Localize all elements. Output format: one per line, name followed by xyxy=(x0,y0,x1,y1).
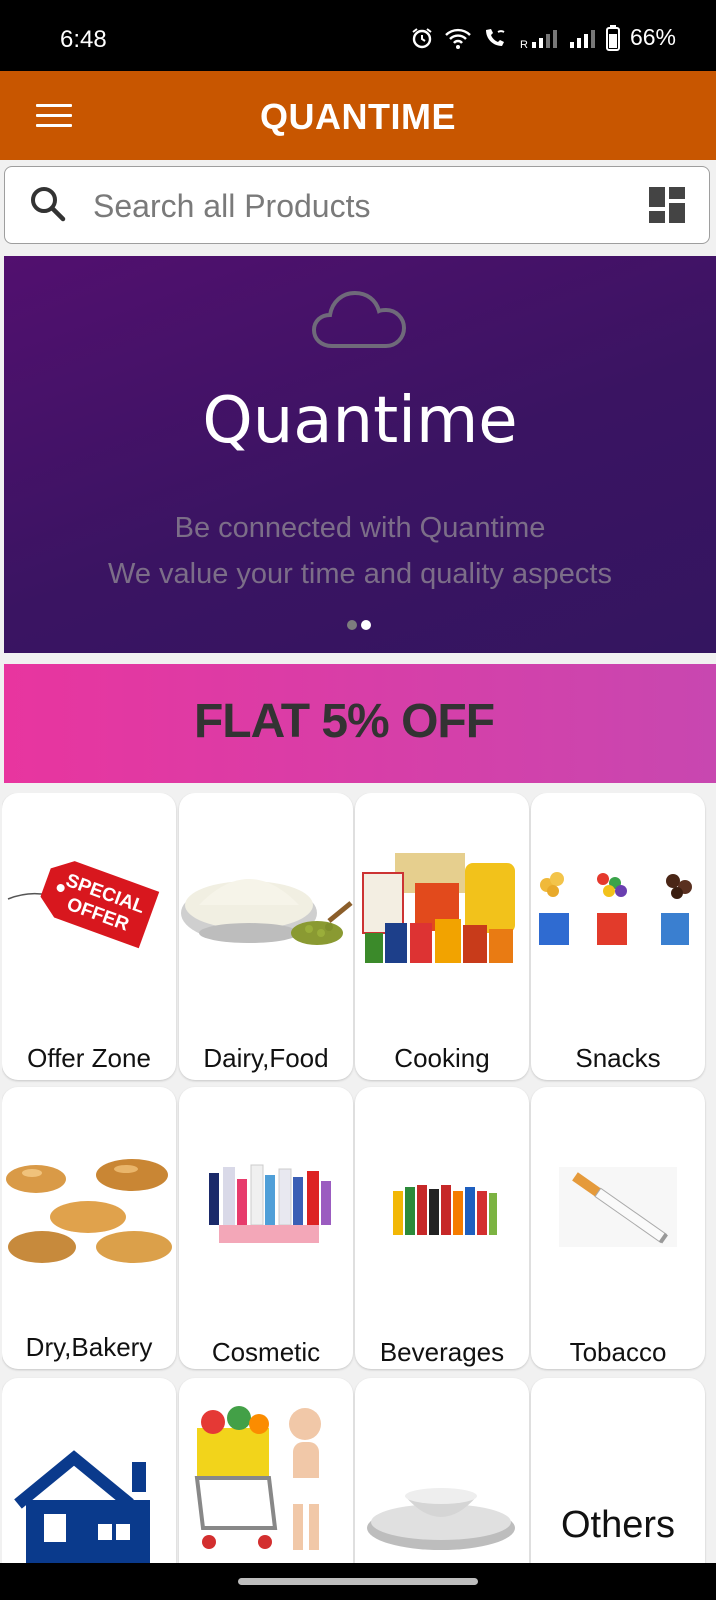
category-dairy-food[interactable]: Dairy,Food xyxy=(179,793,353,1080)
offer-text: FLAT 5% OFF xyxy=(193,695,495,748)
carousel-dot-active[interactable] xyxy=(361,620,371,630)
grid-view-icon[interactable] xyxy=(649,187,685,223)
banner-subtitle-1: Be connected with Quantime xyxy=(174,512,546,544)
category-label: Others xyxy=(560,1504,676,1546)
cooking-products-image xyxy=(362,853,515,963)
search-icon[interactable] xyxy=(29,185,67,223)
signal-roaming-icon: R xyxy=(520,29,557,50)
baby-shopping-cart-image xyxy=(194,1406,321,1550)
home-gesture-handle[interactable] xyxy=(238,1578,478,1585)
wifi-calling-icon xyxy=(485,28,505,46)
category-cooking[interactable]: Cooking xyxy=(355,793,529,1080)
category-label: Cosmetic xyxy=(211,1337,321,1367)
offer-banner[interactable]: FLAT 5% OFF xyxy=(4,664,716,783)
carousel-dot[interactable] xyxy=(347,620,357,630)
signal-icon xyxy=(569,29,595,48)
cloud-icon xyxy=(311,290,407,348)
category-tobacco[interactable]: Tobacco xyxy=(531,1087,705,1369)
snacks-image xyxy=(539,872,692,945)
alarm-icon xyxy=(412,27,432,48)
svg-text:R: R xyxy=(520,39,528,50)
plates-bowls-image xyxy=(367,1488,515,1550)
category-kids[interactable] xyxy=(179,1378,353,1563)
bakery-bread-image xyxy=(6,1159,172,1263)
category-label: Offer Zone xyxy=(27,1043,151,1073)
status-bar: 6:48 R 66% xyxy=(0,0,716,71)
status-icons: R 66% xyxy=(410,24,676,51)
special-offer-tag-image: SPECIAL OFFER xyxy=(7,861,160,949)
battery-percent: 66% xyxy=(629,24,676,50)
category-label: Dry,Bakery xyxy=(25,1332,153,1362)
category-home[interactable] xyxy=(2,1378,176,1563)
category-others[interactable]: Others xyxy=(531,1378,705,1563)
category-kitchenware[interactable] xyxy=(355,1378,529,1563)
category-label: Tobacco xyxy=(569,1337,667,1367)
category-grid: SPECIAL OFFER Offer Zone Dairy,Food Cook… xyxy=(2,793,716,1563)
battery-icon xyxy=(605,24,620,51)
category-snacks[interactable]: Snacks xyxy=(531,793,705,1080)
category-label: Cooking xyxy=(394,1043,490,1073)
house-image xyxy=(14,1450,150,1563)
app-title: QUANTIME xyxy=(260,96,456,137)
status-time: 6:48 xyxy=(60,26,107,53)
cigarette-image xyxy=(559,1167,677,1247)
cosmetics-bottles-image xyxy=(209,1164,331,1243)
category-offer-zone[interactable]: SPECIAL OFFER Offer Zone xyxy=(2,793,176,1080)
search-input[interactable] xyxy=(91,181,615,231)
category-label: Beverages xyxy=(379,1337,505,1367)
category-label: Dairy,Food xyxy=(203,1043,329,1073)
beverage-bottles-image xyxy=(393,1185,497,1235)
category-dry-bakery[interactable]: Dry,Bakery xyxy=(2,1087,176,1369)
category-beverages[interactable]: Beverages xyxy=(355,1087,529,1369)
flour-bowl-image xyxy=(181,879,353,945)
search-bar[interactable] xyxy=(4,166,710,244)
carousel-indicator xyxy=(347,617,375,635)
banner-subtitle-2: We value your time and quality aspects xyxy=(107,558,612,590)
navigation-bar xyxy=(0,1563,716,1600)
category-label: Snacks xyxy=(575,1043,661,1073)
wifi-icon xyxy=(445,28,471,49)
category-cosmetic[interactable]: Cosmetic xyxy=(179,1087,353,1369)
banner-title: Quantime xyxy=(202,384,518,458)
promo-carousel[interactable]: Quantime Be connected with Quantime We v… xyxy=(4,256,716,653)
